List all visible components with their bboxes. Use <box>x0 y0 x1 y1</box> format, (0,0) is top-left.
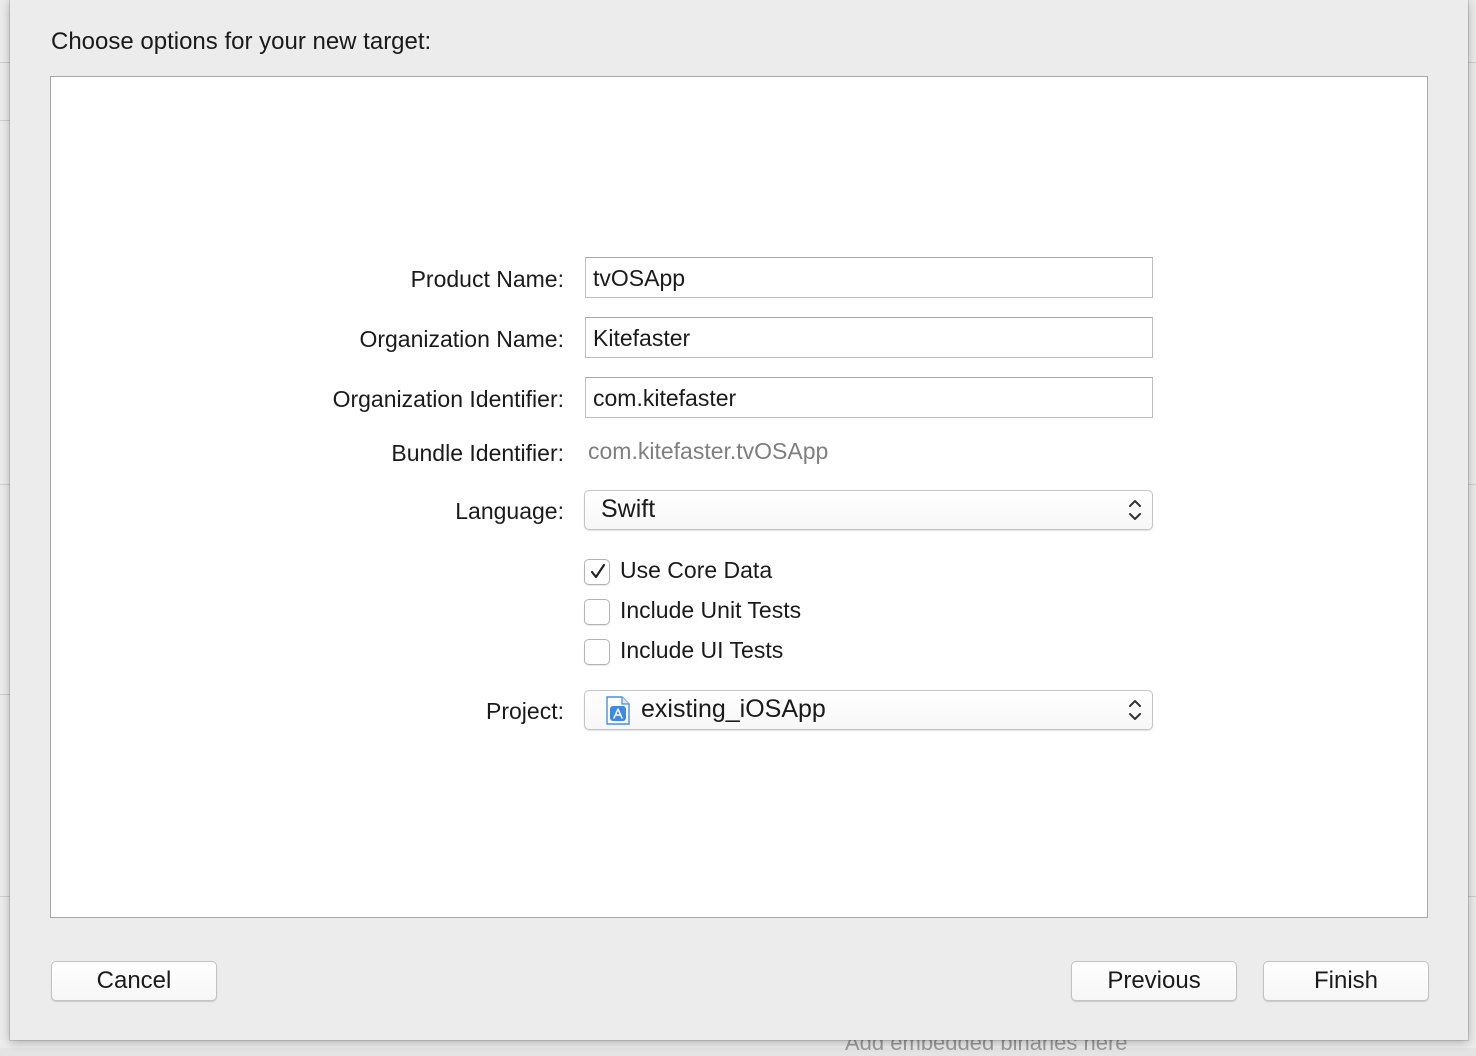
use-core-data-label: Use Core Data <box>620 557 773 583</box>
new-target-options-sheet: Choose options for your new target: Prod… <box>10 0 1468 1040</box>
include-unit-tests-checkbox[interactable] <box>584 599 610 625</box>
product-name-field[interactable]: tvOSApp <box>585 257 1153 298</box>
cancel-button[interactable]: Cancel <box>51 961 217 1001</box>
language-label: Language: <box>455 498 564 524</box>
bundle-identifier-value: com.kitefaster.tvOSApp <box>588 438 829 464</box>
language-selected-value: Swift <box>601 495 656 523</box>
backdrop-divider <box>1468 896 1476 897</box>
organization-identifier-field[interactable]: com.kitefaster <box>585 377 1153 418</box>
checkmark-icon <box>590 563 606 579</box>
backdrop-divider <box>1468 62 1476 63</box>
organization-identifier-label: Organization Identifier: <box>332 386 564 412</box>
use-core-data-checkbox[interactable] <box>584 559 610 585</box>
organization-name-field[interactable]: Kitefaster <box>585 317 1153 358</box>
product-name-label: Product Name: <box>410 266 564 292</box>
backdrop-divider <box>1468 484 1476 485</box>
include-unit-tests-label: Include Unit Tests <box>620 597 802 623</box>
project-popup[interactable]: existing_iOSApp <box>584 690 1153 730</box>
project-selected-value: existing_iOSApp <box>641 695 826 723</box>
up-down-arrows-icon <box>1126 697 1144 723</box>
finish-button[interactable]: Finish <box>1263 961 1429 1001</box>
organization-name-label: Organization Name: <box>359 326 564 352</box>
up-down-arrows-icon <box>1126 497 1144 523</box>
sheet-heading: Choose options for your new target: <box>51 28 432 55</box>
previous-button[interactable]: Previous <box>1071 961 1237 1001</box>
include-ui-tests-label: Include UI Tests <box>620 637 784 663</box>
language-popup[interactable]: Swift <box>584 490 1153 530</box>
bundle-identifier-label: Bundle Identifier: <box>391 440 564 466</box>
xcode-project-icon <box>605 696 631 725</box>
project-label: Project: <box>486 698 564 724</box>
include-ui-tests-checkbox[interactable] <box>584 639 610 665</box>
options-panel: Product Name: tvOSApp Organization Name:… <box>50 76 1428 918</box>
